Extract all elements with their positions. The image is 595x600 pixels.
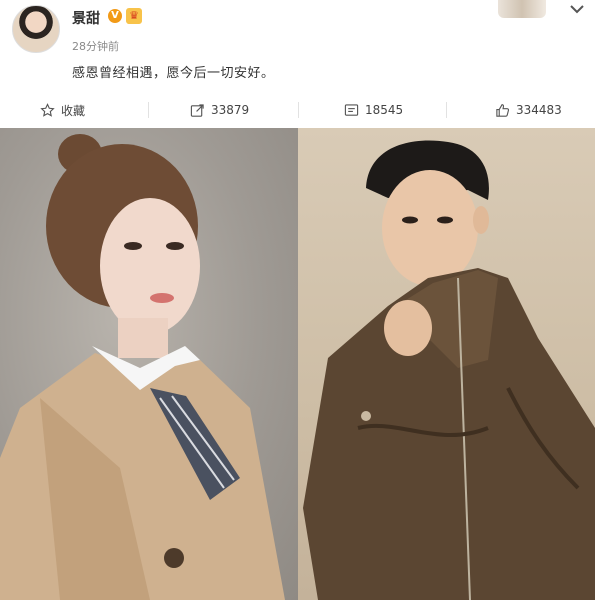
comment-icon	[344, 103, 359, 116]
divider	[298, 102, 299, 118]
crown-icon: ♛	[126, 8, 142, 24]
post-header: 景甜 V ♛ 28分钟前 感恩曾经相遇，愿今后一切安好。	[0, 0, 595, 92]
post-timestamp[interactable]: 28分钟前	[72, 38, 119, 54]
photo-woman[interactable]	[0, 128, 298, 600]
comment-count: 18545	[365, 103, 404, 117]
post-text: 感恩曾经相遇，愿今后一切安好。	[72, 66, 275, 81]
like-count: 334483	[516, 103, 562, 117]
photo-man[interactable]	[298, 128, 595, 600]
repost-icon	[190, 103, 204, 117]
photo-woman-illustration	[0, 134, 285, 600]
comment-button[interactable]: 18545	[344, 92, 403, 128]
like-icon	[496, 103, 510, 117]
photo-grid	[0, 128, 595, 600]
favorite-button[interactable]: 收藏	[40, 92, 85, 128]
star-icon	[40, 102, 55, 117]
more-icon[interactable]	[568, 2, 586, 16]
username[interactable]: 景甜	[72, 8, 100, 28]
divider	[148, 102, 149, 118]
repost-count: 33879	[211, 103, 250, 117]
decoration-card	[498, 0, 546, 18]
like-button[interactable]: 334483	[495, 92, 562, 128]
avatar[interactable]	[12, 5, 60, 53]
repost-button[interactable]: 33879	[190, 92, 249, 128]
favorite-label: 收藏	[61, 103, 86, 118]
divider	[446, 102, 447, 118]
verified-icon: V	[108, 9, 122, 23]
action-bar: 收藏 33879 18545 334483	[0, 92, 595, 128]
photo-man-illustration	[303, 140, 595, 600]
